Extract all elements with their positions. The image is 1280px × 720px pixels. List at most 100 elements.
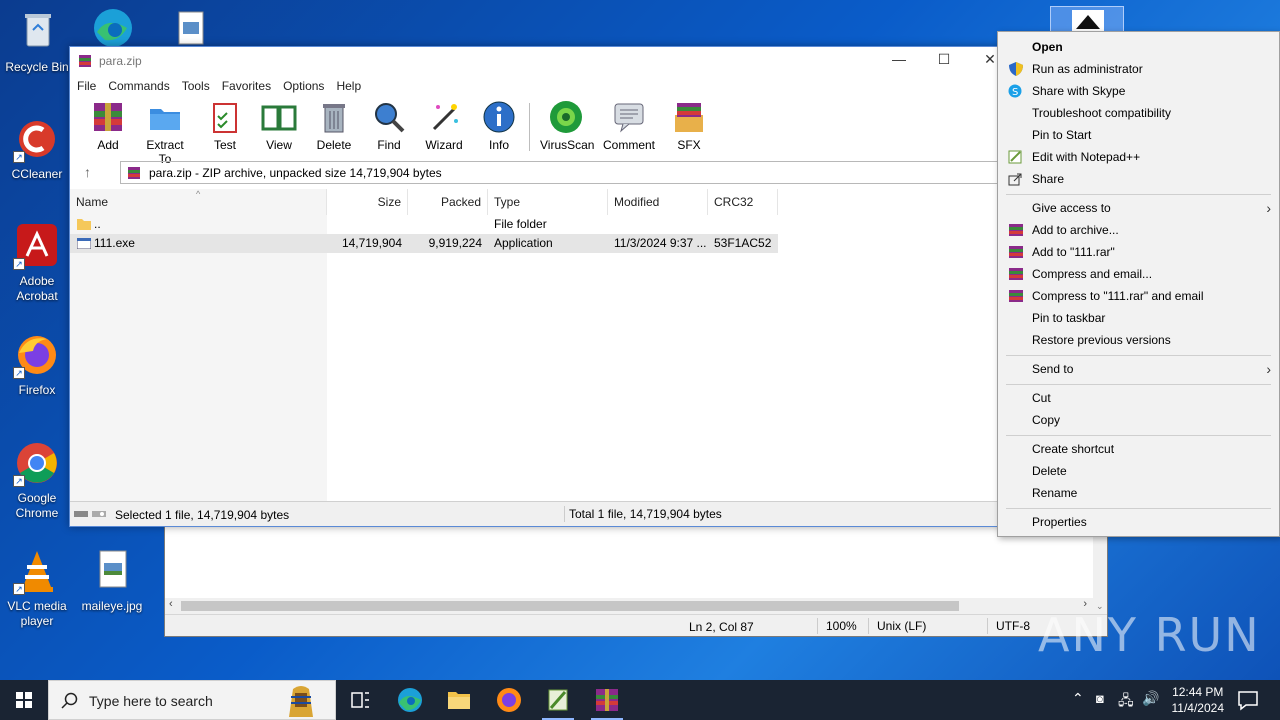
delete-button[interactable]: Delete bbox=[308, 99, 360, 152]
menu-item-open[interactable]: Open bbox=[998, 36, 1279, 58]
address-field[interactable]: para.zip - ZIP archive, unpacked size 14… bbox=[120, 161, 1010, 184]
sfx-archive-icon bbox=[671, 99, 707, 135]
column-header-packed[interactable]: Packed bbox=[408, 189, 488, 215]
menu-item-create-shortcut[interactable]: Create shortcut bbox=[998, 438, 1279, 460]
menu-item-troubleshoot[interactable]: Troubleshoot compatibility bbox=[998, 102, 1279, 124]
wizard-button[interactable]: Wizard bbox=[418, 99, 470, 152]
column-header-modified[interactable]: Modified bbox=[608, 189, 708, 215]
wizard-label: Wizard bbox=[425, 138, 463, 152]
column-header-name[interactable]: Name ^ bbox=[76, 189, 327, 215]
info-icon bbox=[481, 99, 517, 135]
menu-commands[interactable]: Commands bbox=[108, 75, 169, 97]
menu-item-properties[interactable]: Properties bbox=[998, 511, 1279, 533]
clock[interactable]: 12:44 PM 11/4/2024 bbox=[1172, 684, 1225, 716]
maximize-button[interactable]: ☐ bbox=[929, 51, 959, 71]
network-icon[interactable]: 🖧 bbox=[1118, 690, 1134, 714]
desktop-icon-adobe-acrobat[interactable]: ↗ Adobe Acrobat bbox=[0, 222, 74, 304]
desktop-icon-maileye[interactable]: maileye.jpg bbox=[75, 547, 149, 614]
menu-item-send-to[interactable]: Send to › bbox=[998, 358, 1279, 380]
notifications-button[interactable] bbox=[1228, 680, 1268, 720]
taskbar-file-explorer[interactable] bbox=[435, 680, 483, 720]
menu-file[interactable]: File bbox=[77, 75, 96, 97]
winrar-icon bbox=[1009, 224, 1023, 236]
menu-item-add-to-archive[interactable]: Add to archive... bbox=[998, 219, 1279, 241]
table-row[interactable]: .. File folder bbox=[70, 215, 778, 234]
column-header-size[interactable]: Size bbox=[327, 189, 408, 215]
menu-item-compress-email[interactable]: Compress and email... bbox=[998, 263, 1279, 285]
menu-item-compress-rar-email[interactable]: Compress to "111.rar" and email bbox=[998, 285, 1279, 307]
title-bar[interactable]: para.zip — ☐ ✕ bbox=[70, 47, 1008, 75]
book-icon bbox=[261, 99, 297, 135]
menu-item-cut[interactable]: Cut bbox=[998, 387, 1279, 409]
menu-item-give-access[interactable]: Give access to › bbox=[998, 197, 1279, 219]
menu-help[interactable]: Help bbox=[336, 75, 361, 97]
search-highlight-icon bbox=[289, 686, 313, 717]
shortcut-arrow-icon: ↗ bbox=[13, 475, 25, 487]
magnifier-icon bbox=[371, 99, 407, 135]
desktop-icon-firefox[interactable]: ↗ Firefox bbox=[0, 331, 74, 398]
address-text: para.zip - ZIP archive, unpacked size 14… bbox=[149, 166, 442, 180]
menu-item-copy[interactable]: Copy bbox=[998, 409, 1279, 431]
horizontal-scrollbar[interactable]: ‹ › bbox=[165, 598, 1093, 614]
scrollbar-thumb[interactable] bbox=[181, 601, 959, 611]
menu-item-pin-to-start[interactable]: Pin to Start bbox=[998, 124, 1279, 146]
menu-tools[interactable]: Tools bbox=[182, 75, 210, 97]
selected-desktop-icon[interactable] bbox=[1050, 6, 1124, 33]
sort-ascending-icon: ^ bbox=[196, 189, 201, 199]
sfx-button[interactable]: SFX bbox=[663, 99, 715, 152]
menu-item-run-as-admin[interactable]: Run as administrator bbox=[998, 58, 1279, 80]
virusscan-button[interactable]: VirusScan bbox=[540, 99, 594, 152]
webcam-icon[interactable]: ◙ bbox=[1096, 691, 1104, 706]
find-label: Find bbox=[377, 138, 401, 152]
info-button[interactable]: Info bbox=[473, 99, 525, 152]
menu-options[interactable]: Options bbox=[283, 75, 324, 97]
notification-icon bbox=[1238, 691, 1258, 711]
table-row[interactable]: 111.exe 14,719,904 9,919,224 Application… bbox=[70, 234, 778, 253]
test-button[interactable]: Test bbox=[199, 99, 251, 152]
acrobat-icon: ↗ bbox=[13, 222, 61, 270]
desktop-icon-vlc[interactable]: ↗ VLC media player bbox=[0, 547, 74, 629]
find-button[interactable]: Find bbox=[363, 99, 415, 152]
menu-item-rename[interactable]: Rename bbox=[998, 482, 1279, 504]
up-arrow-icon[interactable]: ↑ bbox=[84, 164, 91, 180]
menu-item-add-to-rar[interactable]: Add to "111.rar" bbox=[998, 241, 1279, 263]
minimize-button[interactable]: — bbox=[884, 51, 914, 71]
volume-icon[interactable]: 🔊 bbox=[1142, 690, 1159, 707]
menu-item-edit-notepadpp[interactable]: Edit with Notepad++ bbox=[998, 146, 1279, 168]
extract-to-button[interactable]: Extract To bbox=[139, 99, 191, 166]
menu-favorites[interactable]: Favorites bbox=[222, 75, 271, 97]
comment-button[interactable]: Comment bbox=[603, 99, 655, 152]
taskbar-winrar[interactable] bbox=[583, 680, 631, 720]
jpg-file-icon bbox=[88, 547, 136, 595]
desktop-icon-google-chrome[interactable]: ↗ Google Chrome bbox=[0, 439, 74, 521]
menu-item-share[interactable]: Share bbox=[998, 168, 1279, 190]
menu-item-share-skype[interactable]: S Share with Skype bbox=[998, 80, 1279, 102]
view-button[interactable]: View bbox=[253, 99, 305, 152]
column-header-type[interactable]: Type bbox=[488, 189, 608, 215]
share-icon bbox=[1008, 173, 1022, 186]
column-header-crc32[interactable]: CRC32 bbox=[708, 189, 778, 215]
file-packed: 9,919,224 bbox=[428, 236, 482, 250]
menu-item-pin-to-taskbar[interactable]: Pin to taskbar bbox=[998, 307, 1279, 329]
desktop-icon-recycle-bin[interactable]: Recycle Bin bbox=[0, 8, 74, 75]
taskbar-notepadpp[interactable] bbox=[534, 680, 582, 720]
add-button[interactable]: Add bbox=[82, 99, 134, 152]
edge-icon bbox=[89, 4, 137, 52]
winrar-icon bbox=[596, 689, 618, 711]
folder-icon bbox=[147, 99, 183, 135]
search-box[interactable]: Type here to search bbox=[48, 680, 336, 720]
start-button[interactable] bbox=[0, 680, 48, 720]
vlc-icon: ↗ bbox=[13, 547, 61, 595]
taskbar-edge[interactable] bbox=[386, 680, 434, 720]
chrome-icon: ↗ bbox=[13, 439, 61, 487]
desktop-icon-ccleaner[interactable]: ↗ CCleaner bbox=[0, 115, 74, 182]
chevron-up-icon[interactable]: ⌃ bbox=[1072, 690, 1084, 707]
winrar-icon bbox=[79, 55, 91, 67]
menu-item-delete[interactable]: Delete bbox=[998, 460, 1279, 482]
chevron-right-icon: › bbox=[1266, 200, 1271, 216]
menu-item-restore-versions[interactable]: Restore previous versions bbox=[998, 329, 1279, 351]
taskbar-firefox[interactable] bbox=[485, 680, 533, 720]
desktop-icon-label: Recycle Bin bbox=[5, 60, 69, 74]
scroll-left-icon[interactable]: ‹ bbox=[169, 598, 173, 610]
task-view-button[interactable] bbox=[336, 680, 384, 720]
